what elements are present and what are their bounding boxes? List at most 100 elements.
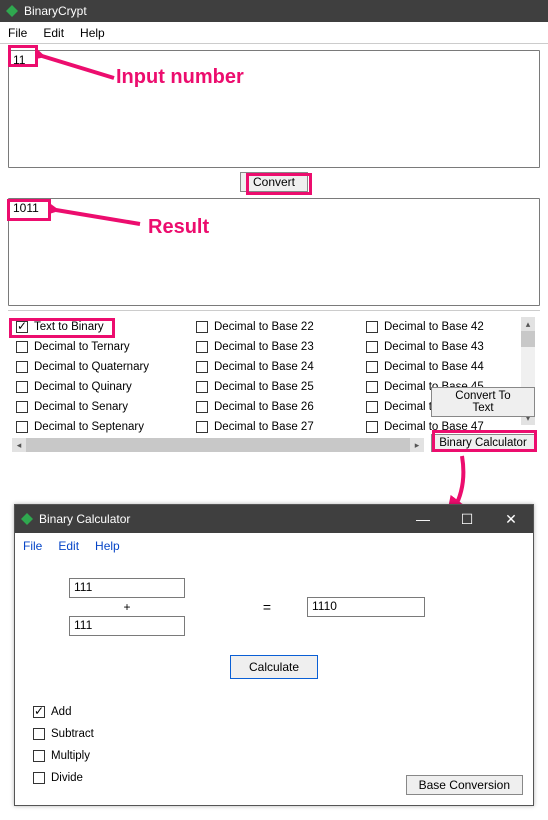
- window1-titlebar[interactable]: BinaryCrypt: [0, 0, 548, 22]
- app-icon: [21, 513, 33, 525]
- option-checkbox[interactable]: Decimal to Quaternary: [10, 357, 190, 377]
- option-checkbox[interactable]: Text to Binary: [10, 317, 190, 337]
- option-label: Decimal to Base 22: [214, 321, 314, 333]
- input-textarea[interactable]: 11: [8, 50, 540, 168]
- maximize-button[interactable]: ☐: [445, 505, 489, 533]
- option-label: Decimal to Base 23: [214, 341, 314, 353]
- scroll-thumb[interactable]: [521, 331, 535, 347]
- operation-label: Divide: [51, 772, 83, 784]
- operand-a-input[interactable]: 111: [69, 578, 185, 598]
- checkbox-icon[interactable]: [16, 361, 28, 373]
- option-label: Decimal to Senary: [34, 401, 128, 413]
- option-checkbox[interactable]: Decimal to Quinary: [10, 377, 190, 397]
- option-label: Decimal to Base 44: [384, 361, 484, 373]
- base-conversion-button[interactable]: Base Conversion: [406, 775, 523, 795]
- menu-edit[interactable]: Edit: [43, 26, 64, 40]
- operation-option[interactable]: Subtract: [27, 723, 521, 745]
- operation-label: Multiply: [51, 750, 90, 762]
- option-label: Decimal to Quaternary: [34, 361, 149, 373]
- option-checkbox[interactable]: Decimal to Base 25: [190, 377, 360, 397]
- option-label: Decimal to Septenary: [34, 421, 144, 433]
- checkbox-icon[interactable]: [366, 321, 378, 333]
- binarycrypt-window: BinaryCrypt File Edit Help 11 Convert 10…: [0, 0, 548, 456]
- checkbox-icon[interactable]: [366, 361, 378, 373]
- checkbox-icon[interactable]: [366, 421, 378, 433]
- option-checkbox[interactable]: Decimal to Base 23: [190, 337, 360, 357]
- window1-menubar: File Edit Help: [0, 22, 548, 44]
- options-col2: Decimal to Base 22 Decimal to Base 23 Deci…: [190, 317, 360, 437]
- checkbox-icon[interactable]: [16, 341, 28, 353]
- hscroll-thumb[interactable]: [26, 438, 410, 452]
- checkbox-icon[interactable]: [196, 421, 208, 433]
- operation-option[interactable]: Multiply: [27, 745, 521, 767]
- options-col3: Decimal to Base 42 Decimal to Base 43 Deci…: [360, 317, 532, 437]
- scroll-left-icon[interactable]: ◂: [12, 438, 26, 452]
- result-value: 1011: [13, 201, 39, 215]
- checkbox-icon[interactable]: [196, 341, 208, 353]
- checkbox-icon[interactable]: [196, 401, 208, 413]
- app-icon: [6, 5, 18, 17]
- option-label: Decimal to Base 42: [384, 321, 484, 333]
- result-textarea[interactable]: 1011: [8, 198, 540, 306]
- option-checkbox[interactable]: Decimal to Ternary: [10, 337, 190, 357]
- option-checkbox[interactable]: Decimal to Senary: [10, 397, 190, 417]
- option-label: Decimal to Base 27: [214, 421, 314, 433]
- binary-calculator-window: Binary Calculator — ☐ ✕ File Edit Help 1…: [14, 504, 534, 806]
- checkbox-icon[interactable]: [33, 772, 45, 784]
- binary-calculator-button[interactable]: Binary Calculator: [431, 434, 535, 452]
- option-checkbox[interactable]: Decimal to Base 24: [190, 357, 360, 377]
- calculate-button[interactable]: Calculate: [230, 655, 318, 679]
- close-button[interactable]: ✕: [489, 505, 533, 533]
- checkbox-icon[interactable]: [16, 381, 28, 393]
- checkbox-icon[interactable]: [33, 728, 45, 740]
- convert-to-text-button[interactable]: Convert To Text: [431, 387, 535, 417]
- equals-label: =: [227, 599, 307, 615]
- convert-button[interactable]: Convert: [240, 172, 308, 192]
- option-checkbox[interactable]: Decimal to Septenary: [10, 417, 190, 437]
- checkbox-icon[interactable]: [366, 381, 378, 393]
- menu-help[interactable]: Help: [80, 26, 105, 40]
- checkbox-icon[interactable]: [33, 706, 45, 718]
- input-value: 11: [13, 53, 25, 67]
- menu-file[interactable]: File: [8, 26, 27, 40]
- options-panel: Text to BinaryDecimal to TernaryDecimal …: [8, 310, 540, 456]
- operation-label: Subtract: [51, 728, 94, 740]
- window2-titlebar[interactable]: Binary Calculator — ☐ ✕: [15, 505, 533, 533]
- checkbox-icon[interactable]: [16, 321, 28, 333]
- options-hscrollbar[interactable]: ◂ ▸: [12, 438, 424, 452]
- checkbox-icon[interactable]: [16, 401, 28, 413]
- minimize-button[interactable]: —: [401, 505, 445, 533]
- option-label: Decimal to Base 43: [384, 341, 484, 353]
- option-label: Decimal to Base 47: [384, 421, 484, 433]
- menu2-file[interactable]: File: [23, 539, 42, 553]
- window2-menubar: File Edit Help: [15, 533, 533, 559]
- scroll-up-icon[interactable]: ▴: [521, 317, 535, 331]
- checkbox-icon[interactable]: [16, 421, 28, 433]
- operand-b-input[interactable]: 111: [69, 616, 185, 636]
- option-checkbox[interactable]: Decimal to Base 44: [360, 357, 532, 377]
- option-checkbox[interactable]: Decimal to Base 42: [360, 317, 532, 337]
- checkbox-icon[interactable]: [366, 341, 378, 353]
- checkbox-icon[interactable]: [196, 381, 208, 393]
- option-checkbox[interactable]: Decimal to Base 22: [190, 317, 360, 337]
- checkbox-icon[interactable]: [33, 750, 45, 762]
- operation-label: Add: [51, 706, 71, 718]
- option-checkbox[interactable]: Decimal to Base 26: [190, 397, 360, 417]
- checkbox-icon[interactable]: [366, 401, 378, 413]
- option-checkbox[interactable]: Decimal to Base 43: [360, 337, 532, 357]
- option-label: Decimal to Base 25: [214, 381, 314, 393]
- menu2-help[interactable]: Help: [95, 539, 120, 553]
- option-label: Text to Binary: [34, 321, 104, 333]
- calc-result-field[interactable]: 1110: [307, 597, 425, 617]
- option-label: Decimal to Base 26: [214, 401, 314, 413]
- menu2-edit[interactable]: Edit: [58, 539, 79, 553]
- operator-label: +: [27, 600, 227, 614]
- option-label: Decimal to Base 24: [214, 361, 314, 373]
- operation-option[interactable]: Add: [27, 701, 521, 723]
- scroll-right-icon[interactable]: ▸: [410, 438, 424, 452]
- window2-title: Binary Calculator: [39, 512, 130, 526]
- checkbox-icon[interactable]: [196, 321, 208, 333]
- options-col1: Text to Binary Decimal to Ternary Decimal …: [10, 317, 190, 437]
- option-checkbox[interactable]: Decimal to Base 27: [190, 417, 360, 437]
- checkbox-icon[interactable]: [196, 361, 208, 373]
